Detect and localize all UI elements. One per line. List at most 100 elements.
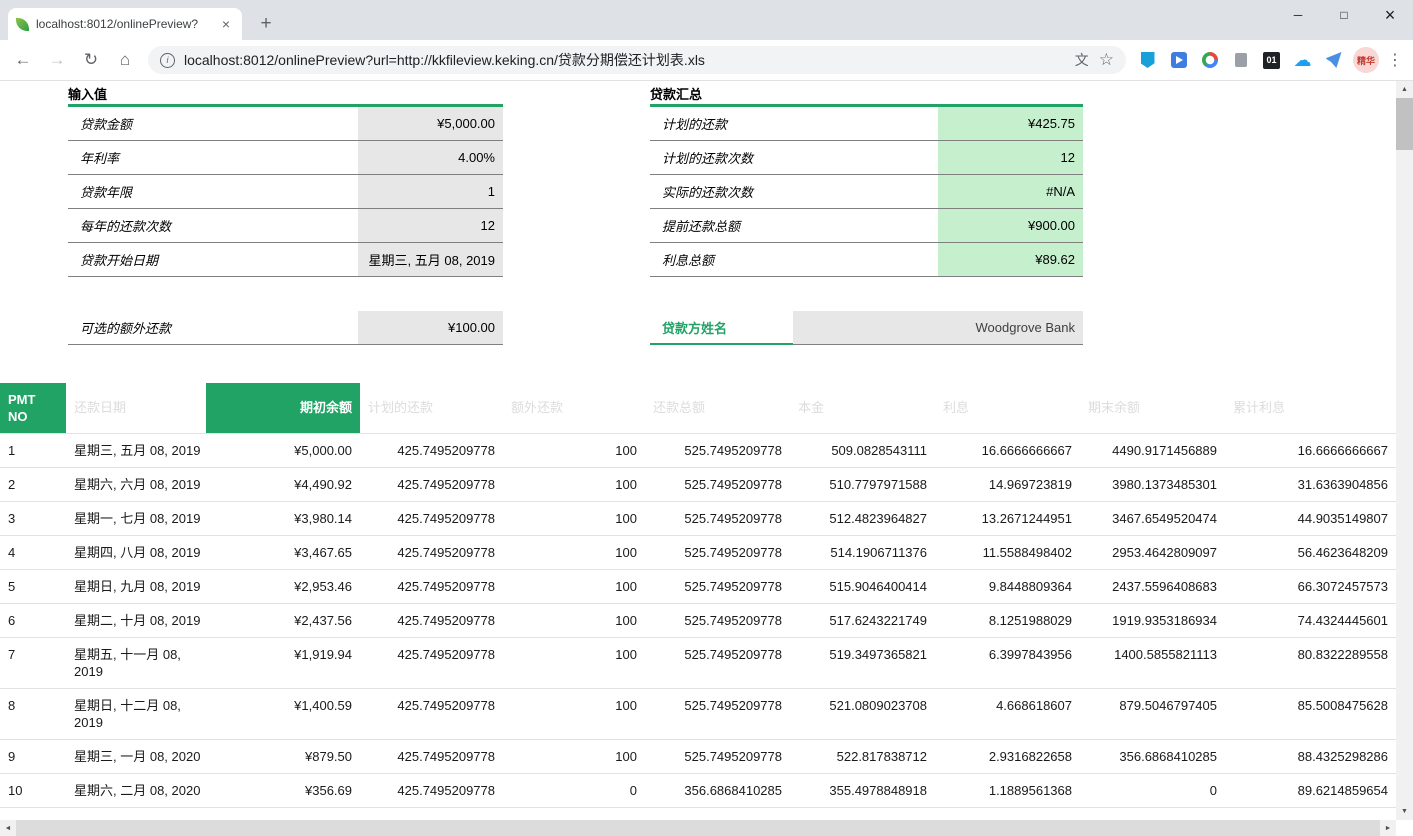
cell: 74.4324445601 bbox=[1225, 603, 1396, 637]
cell: 4490.9171456889 bbox=[1080, 433, 1225, 467]
summary-row: 计划的还款 ¥425.75 bbox=[650, 107, 1083, 141]
tab-strip: localhost:8012/onlinePreview? × + ─ □ × bbox=[0, 0, 1413, 40]
window-minimize-button[interactable]: ─ bbox=[1275, 0, 1321, 30]
spreadsheet-preview: 输入值 贷款金额 ¥5,000.00 年利率 4.00% 贷款年限 1 每年的还… bbox=[0, 81, 1413, 836]
window-close-button[interactable]: × bbox=[1367, 0, 1413, 30]
cell: 80.8322289558 bbox=[1225, 637, 1396, 688]
cell: 9.8448809364 bbox=[935, 569, 1080, 603]
browser-tab[interactable]: localhost:8012/onlinePreview? × bbox=[8, 8, 242, 40]
row-value: ¥5,000.00 bbox=[358, 107, 503, 140]
cell: 509.0828543111 bbox=[790, 433, 935, 467]
tab-close-icon[interactable]: × bbox=[218, 16, 234, 32]
reload-icon[interactable]: ↻ bbox=[77, 46, 105, 74]
window-maximize-button[interactable]: □ bbox=[1321, 0, 1367, 30]
scroll-up-icon[interactable]: ▲ bbox=[1396, 81, 1413, 98]
cell: 525.7495209778 bbox=[645, 603, 790, 637]
home-icon[interactable]: ⌂ bbox=[111, 46, 139, 74]
cell: 515.9046400414 bbox=[790, 569, 935, 603]
translate-icon[interactable]: 文 bbox=[1075, 50, 1089, 70]
badge-01-extension-icon[interactable]: 01 bbox=[1258, 47, 1285, 74]
row-value: ¥100.00 bbox=[358, 311, 503, 344]
cell: 425.7495209778 bbox=[360, 603, 503, 637]
summary-row: 计划的还款次数 12 bbox=[650, 141, 1083, 175]
cell: 425.7495209778 bbox=[360, 569, 503, 603]
cell: 1919.9353186934 bbox=[1080, 603, 1225, 637]
menu-kebab-icon[interactable]: ⋮ bbox=[1383, 50, 1407, 70]
input-row: 贷款金额 ¥5,000.00 bbox=[68, 107, 503, 141]
summary-row: 利息总额 ¥89.62 bbox=[650, 243, 1083, 277]
table-row: 4星期四, 八月 08, 2019¥3,467.65425.7495209778… bbox=[0, 535, 1396, 569]
cell: 425.7495209778 bbox=[360, 773, 503, 807]
header-extra-payment: 额外还款 bbox=[503, 383, 645, 433]
cell: 88.4325298286 bbox=[1225, 739, 1396, 773]
ring-extension-icon[interactable] bbox=[1196, 47, 1223, 74]
vertical-scrollbar-thumb[interactable] bbox=[1396, 98, 1413, 150]
tab-title: localhost:8012/onlinePreview? bbox=[36, 17, 218, 31]
row-label: 贷款年限 bbox=[68, 175, 358, 208]
horizontal-scrollbar[interactable]: ◄ ► bbox=[0, 820, 1396, 836]
blue-extension-icon[interactable] bbox=[1165, 47, 1192, 74]
input-row: 贷款开始日期 星期三, 五月 08, 2019 bbox=[68, 243, 503, 277]
bookmark-star-icon[interactable]: ☆ bbox=[1099, 50, 1114, 70]
cell: 4 bbox=[0, 535, 66, 569]
cloud-extension-icon[interactable]: ☁ bbox=[1289, 47, 1316, 74]
row-value: 1 bbox=[358, 175, 503, 208]
cell: 16.6666666667 bbox=[935, 433, 1080, 467]
row-label: 可选的额外还款 bbox=[68, 311, 358, 344]
cell: ¥1,400.59 bbox=[206, 688, 360, 739]
cell: 16.6666666667 bbox=[1225, 433, 1396, 467]
table-row: 2星期六, 六月 08, 2019¥4,490.92425.7495209778… bbox=[0, 467, 1396, 501]
gray-extension-icon[interactable] bbox=[1227, 47, 1254, 74]
cell: 13.2671244951 bbox=[935, 501, 1080, 535]
url-text[interactable]: localhost:8012/onlinePreview?url=http://… bbox=[184, 50, 1065, 70]
spacer bbox=[68, 277, 503, 311]
row-label: 贷款开始日期 bbox=[68, 243, 358, 276]
horizontal-scrollbar-thumb[interactable] bbox=[16, 820, 1380, 836]
table-row: 3星期一, 七月 08, 2019¥3,980.14425.7495209778… bbox=[0, 501, 1396, 535]
header-total-payment: 还款总额 bbox=[645, 383, 790, 433]
scroll-right-icon[interactable]: ► bbox=[1380, 820, 1396, 836]
cell: 2437.5596408683 bbox=[1080, 569, 1225, 603]
scroll-down-icon[interactable]: ▼ bbox=[1396, 803, 1413, 820]
cell: 星期二, 十月 08, 2019 bbox=[66, 603, 206, 637]
cell: 85.5008475628 bbox=[1225, 688, 1396, 739]
cell: 1.1889561368 bbox=[935, 773, 1080, 807]
cell: 0 bbox=[1080, 773, 1225, 807]
lender-name-row: 贷款方姓名 Woodgrove Bank bbox=[650, 311, 1083, 345]
cell: 89.6214859654 bbox=[1225, 773, 1396, 807]
cell: ¥879.50 bbox=[206, 739, 360, 773]
input-row: 每年的还款次数 12 bbox=[68, 209, 503, 243]
bird-extension-icon[interactable] bbox=[1320, 47, 1347, 74]
cell: ¥5,000.00 bbox=[206, 433, 360, 467]
cell: 100 bbox=[503, 603, 645, 637]
shield-extension-icon[interactable] bbox=[1134, 47, 1161, 74]
forward-icon: → bbox=[43, 46, 71, 74]
cell: 514.1906711376 bbox=[790, 535, 935, 569]
address-bar[interactable]: i localhost:8012/onlinePreview?url=http:… bbox=[148, 46, 1126, 74]
table-row: 9星期三, 一月 08, 2020¥879.50425.749520977810… bbox=[0, 739, 1396, 773]
cell: 4.668618607 bbox=[935, 688, 1080, 739]
cell: 星期四, 八月 08, 2019 bbox=[66, 535, 206, 569]
row-value: 4.00% bbox=[358, 141, 503, 174]
row-value: 星期三, 五月 08, 2019 bbox=[358, 243, 503, 276]
summary-row: 实际的还款次数 #N/A bbox=[650, 175, 1083, 209]
cell: ¥2,437.56 bbox=[206, 603, 360, 637]
scroll-left-icon[interactable]: ◄ bbox=[0, 820, 16, 836]
row-value: #N/A bbox=[938, 175, 1083, 208]
row-label: 提前还款总额 bbox=[650, 209, 938, 242]
header-cumulative-interest: 累计利息 bbox=[1225, 383, 1396, 433]
cell: 525.7495209778 bbox=[645, 535, 790, 569]
summary-row: 提前还款总额 ¥900.00 bbox=[650, 209, 1083, 243]
scrollbar-corner bbox=[1396, 820, 1413, 836]
profile-avatar[interactable]: 精华 bbox=[1353, 47, 1379, 73]
cell: 525.7495209778 bbox=[645, 637, 790, 688]
new-tab-button[interactable]: + bbox=[252, 10, 280, 38]
cell: 100 bbox=[503, 501, 645, 535]
page-info-icon[interactable]: i bbox=[160, 53, 175, 68]
back-icon[interactable]: ← bbox=[9, 46, 37, 74]
vertical-scrollbar[interactable]: ▲ ▼ bbox=[1396, 81, 1413, 820]
row-label: 计划的还款 bbox=[650, 107, 938, 140]
input-row: 贷款年限 1 bbox=[68, 175, 503, 209]
cell: 525.7495209778 bbox=[645, 569, 790, 603]
cell: 525.7495209778 bbox=[645, 501, 790, 535]
